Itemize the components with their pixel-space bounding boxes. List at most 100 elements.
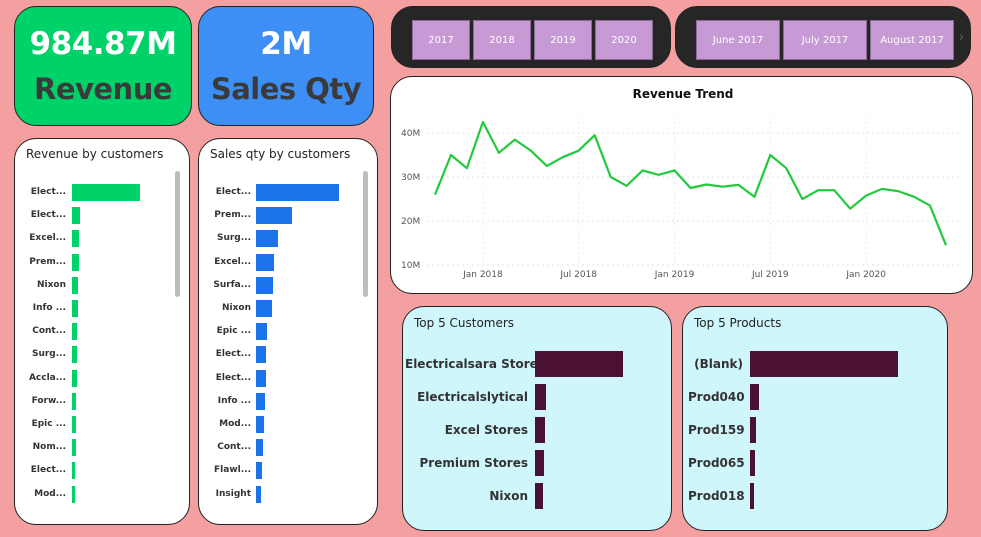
bar-label: Epic ...: [31, 419, 66, 429]
revenue-label: Revenue: [33, 72, 173, 106]
bar-label: Info ...: [32, 303, 66, 313]
bar[interactable]: [72, 323, 78, 341]
revenue-by-customers-title: Revenue by customers: [26, 147, 164, 161]
y-tick-label: 20M: [401, 217, 420, 227]
revenue-trend-line[interactable]: [433, 120, 948, 246]
bar-label: Info ...: [217, 395, 251, 406]
bar-label: Excel Stores: [444, 423, 528, 437]
x-tick-label: Jan 2019: [654, 270, 695, 280]
bar-label: Cont...: [217, 442, 251, 453]
year-2020-button[interactable]: 2020: [595, 20, 653, 60]
chevron-right-icon[interactable]: ›: [959, 30, 964, 45]
bar[interactable]: [72, 346, 78, 364]
month-august-2017-button[interactable]: August 2017: [870, 20, 954, 60]
bar-label: Insight: [215, 488, 251, 499]
bar[interactable]: [256, 462, 262, 480]
bar[interactable]: [72, 253, 79, 271]
revenue-value: 984.87M: [29, 26, 177, 62]
bar-label: Surg...: [31, 349, 66, 360]
bar[interactable]: [256, 300, 272, 317]
bar-label: Mod...: [219, 419, 251, 429]
bar[interactable]: [256, 392, 266, 410]
bar[interactable]: [72, 485, 76, 503]
sales-qty-label: Sales Qty: [210, 72, 362, 106]
x-tick-label: Jul 2018: [559, 270, 597, 280]
bar[interactable]: [256, 184, 339, 201]
year-2018-button[interactable]: 2018: [473, 20, 531, 60]
top5-products-title: Top 5 Products: [694, 316, 782, 330]
x-tick-label: Jul 2019: [751, 270, 789, 280]
bar[interactable]: [72, 300, 78, 317]
bar[interactable]: [256, 416, 265, 433]
y-tick-label: 10M: [401, 261, 420, 271]
sales-qty-kpi-card: 2M Sales Qty: [198, 6, 374, 126]
bar-label: Electricalslytical: [417, 390, 528, 404]
bar[interactable]: [72, 439, 76, 457]
bar-label: Accla...: [28, 372, 66, 383]
bar-label: Elect...: [30, 187, 66, 197]
bar-label: Elect...: [30, 210, 66, 221]
bar[interactable]: [256, 346, 266, 364]
bar[interactable]: [535, 483, 543, 509]
bar[interactable]: [72, 392, 77, 410]
bar-label: Prod040: [688, 390, 745, 404]
bar[interactable]: [72, 230, 80, 248]
year-2017-button[interactable]: 2017: [412, 20, 470, 60]
bar[interactable]: [72, 207, 81, 225]
month-slicer: June 2017 July 2017 August 2017 ›: [675, 6, 971, 68]
scrollbar[interactable]: [363, 171, 368, 297]
bar[interactable]: [72, 416, 77, 433]
bar[interactable]: [750, 483, 755, 509]
bar-label: (Blank): [694, 357, 743, 371]
revenue-trend-chart: Revenue Trend 10M 20M 30M 40M Jan 2018 Jul 20…: [401, 87, 961, 280]
scrollbar[interactable]: [175, 171, 180, 297]
bar[interactable]: [535, 384, 546, 410]
bar-label: Elect...: [30, 465, 66, 476]
bar[interactable]: [256, 439, 263, 457]
bar[interactable]: [72, 369, 77, 387]
y-tick-label: 40M: [401, 129, 420, 139]
bar[interactable]: [535, 417, 545, 443]
bar[interactable]: [256, 230, 279, 248]
month-july-2017-button[interactable]: July 2017: [783, 20, 867, 60]
bar[interactable]: [750, 351, 898, 377]
bar[interactable]: [256, 485, 261, 503]
top5-products-card: Top 5 Products (Blank) Prod040 Prod159 Prod…: [682, 306, 948, 531]
bar-label: Nixon: [221, 303, 251, 313]
bar[interactable]: [750, 450, 756, 476]
bar[interactable]: [72, 184, 140, 201]
bar-label: Nixon: [489, 489, 528, 503]
bar-label: Premium Stores: [419, 456, 528, 470]
bar[interactable]: [535, 351, 623, 377]
sales-qty-by-customers-title: Sales qty by customers: [210, 147, 351, 161]
bar-label: Elect...: [215, 187, 251, 197]
bar[interactable]: [256, 323, 267, 341]
y-tick-label: 30M: [401, 173, 420, 183]
bar[interactable]: [72, 276, 79, 294]
year-slicer: 2017 2018 2019 2020: [391, 6, 671, 68]
bar-label: Nom...: [32, 442, 66, 453]
bar-label: Cont...: [32, 326, 66, 337]
revenue-kpi-card: 984.87M Revenue: [14, 6, 192, 126]
bar[interactable]: [72, 462, 76, 480]
top5-customers-card: Top 5 Customers Electricalsara Stores Ele…: [402, 306, 672, 531]
bar[interactable]: [535, 450, 544, 476]
bar[interactable]: [750, 417, 756, 443]
bar-label: Prod159: [688, 423, 745, 437]
year-2019-button[interactable]: 2019: [534, 20, 592, 60]
bar[interactable]: [256, 253, 275, 271]
bar[interactable]: [256, 369, 266, 387]
x-tick-label: Jan 2018: [462, 270, 503, 280]
bar-label: Prod065: [688, 456, 745, 470]
bar[interactable]: [750, 384, 759, 410]
bar[interactable]: [256, 207, 292, 225]
bar-label: Electricalsara Stores: [405, 357, 545, 371]
month-june-2017-button[interactable]: June 2017: [696, 20, 780, 60]
bar-label: Excel...: [29, 233, 66, 244]
bar-label: Prod018: [688, 489, 745, 503]
bar-label: Excel...: [214, 256, 251, 267]
bar-label: Surfa...: [213, 279, 251, 290]
bar[interactable]: [256, 276, 273, 294]
revenue-trend-card: Revenue Trend 10M 20M 30M 40M Jan 2018 Jul 20…: [390, 76, 973, 294]
bar-label: Prem...: [214, 210, 251, 221]
